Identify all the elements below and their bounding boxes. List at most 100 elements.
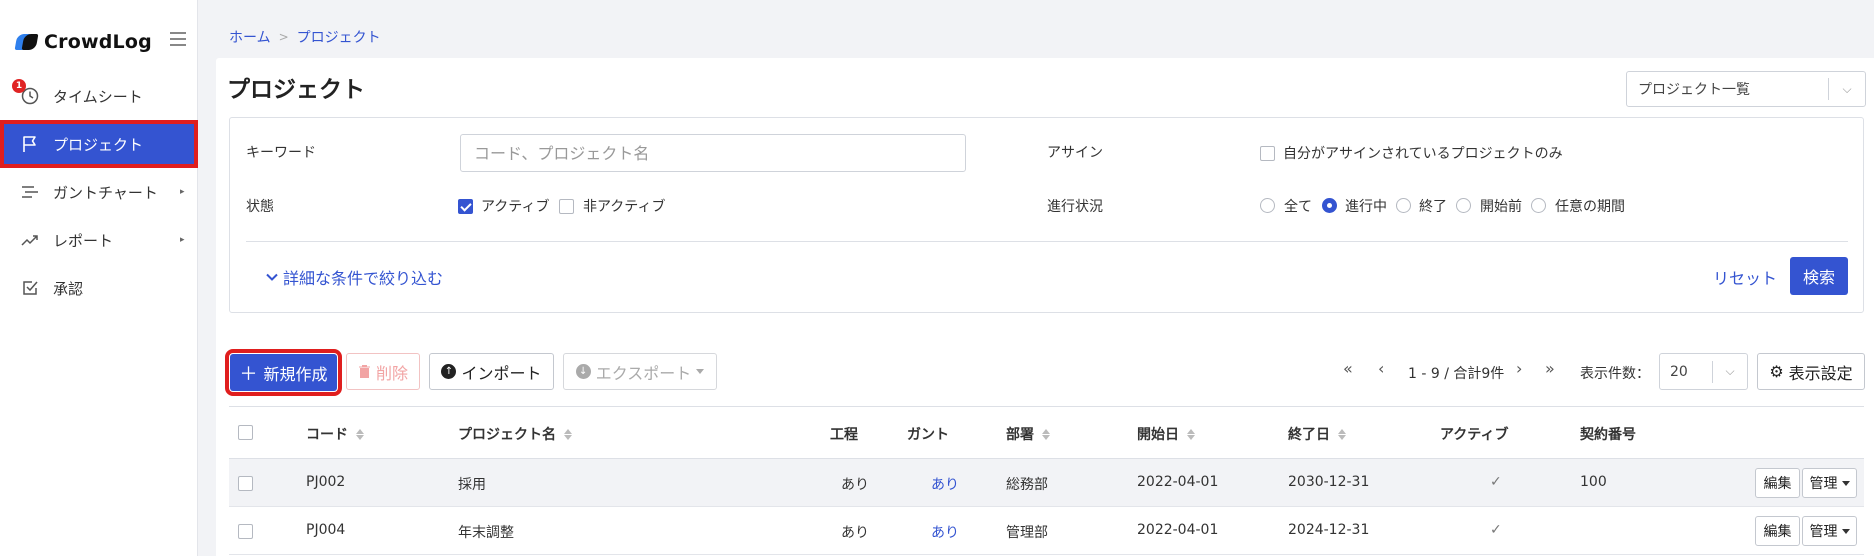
sidebar: CrowdLog 1 タイムシート プロジェクト ガントチャート ▸ レポート … — [0, 0, 198, 556]
keyword-label: キーワード — [246, 145, 316, 161]
display-settings-button[interactable]: ⚙ 表示設定 — [1757, 353, 1865, 390]
assign-label: アサイン — [1047, 145, 1103, 161]
trash-icon — [358, 365, 370, 378]
plus-icon: ＋ — [239, 363, 258, 385]
sidebar-item-timesheet[interactable]: タイムシート — [0, 72, 198, 120]
cell-process: あり — [841, 525, 869, 541]
sidebar-item-project[interactable]: プロジェクト — [0, 120, 198, 168]
manage-button[interactable]: 管理 — [1802, 516, 1857, 546]
progress-option-label: 進行中 — [1345, 199, 1387, 215]
column-header-contract: 契約番号 — [1580, 427, 1636, 443]
status-active-checkbox[interactable] — [458, 199, 473, 214]
flag-icon — [23, 136, 36, 152]
status-label: 状態 — [246, 199, 274, 215]
menu-toggle-icon[interactable] — [170, 32, 186, 46]
sidebar-item-approval[interactable]: 承認 — [0, 264, 198, 312]
sort-icon — [564, 428, 572, 440]
cell-dept: 総務部 — [1006, 477, 1048, 493]
progress-radio-finished[interactable] — [1396, 198, 1411, 213]
more-conditions-label: 詳細な条件で絞り込む — [283, 269, 444, 288]
sidebar-item-gantt[interactable]: ガントチャート ▸ — [0, 168, 198, 216]
cell-gantt-link[interactable]: あり — [931, 474, 959, 494]
cell-gantt-link[interactable]: あり — [931, 522, 959, 542]
cell-process: あり — [841, 477, 869, 493]
caret-down-icon — [1841, 480, 1850, 486]
progress-option-label: 終了 — [1419, 199, 1447, 215]
row-checkbox[interactable] — [238, 524, 253, 539]
column-header-start[interactable]: 開始日 — [1137, 424, 1195, 444]
assign-only-label: 自分がアサインされているプロジェクトのみ — [1283, 146, 1563, 162]
cell-start: 2022-04-01 — [1137, 522, 1219, 538]
sidebar-item-label: ガントチャート — [53, 183, 158, 202]
brand[interactable]: CrowdLog — [14, 28, 152, 56]
next-page-icon[interactable]: › — [1516, 359, 1522, 378]
view-select[interactable]: プロジェクト一覧 ⌵ — [1626, 71, 1866, 107]
sort-icon — [356, 428, 364, 440]
breadcrumb-separator: > — [278, 30, 289, 44]
manage-button[interactable]: 管理 — [1802, 468, 1857, 498]
cell-end: 2030-12-31 — [1288, 474, 1370, 490]
edit-button[interactable]: 編集 — [1755, 516, 1800, 546]
breadcrumb-current[interactable]: プロジェクト — [297, 27, 381, 47]
cell-end: 2024-12-31 — [1288, 522, 1370, 538]
table-row[interactable]: PJ004 年末調整 あり あり 管理部 2022-04-01 2024-12-… — [229, 507, 1864, 555]
column-header-code[interactable]: コード — [306, 424, 364, 444]
page-title: プロジェクト — [227, 77, 365, 103]
first-page-icon[interactable]: « — [1343, 359, 1353, 378]
brand-name: CrowdLog — [44, 31, 152, 53]
cell-contract: 100 — [1580, 474, 1607, 490]
progress-radio-in-progress[interactable] — [1322, 198, 1337, 213]
download-circle-icon: ↓ — [575, 364, 591, 379]
trend-icon — [21, 235, 38, 246]
sidebar-item-label: プロジェクト — [53, 135, 144, 154]
new-project-button[interactable]: ＋ 新規作成 — [225, 349, 342, 396]
sidebar-item-report[interactable]: レポート ▸ — [0, 216, 198, 264]
per-page-label: 表示件数： — [1580, 366, 1650, 382]
cell-dept: 管理部 — [1006, 525, 1048, 541]
progress-radio-custom[interactable] — [1531, 198, 1546, 213]
chevron-down-icon: ⌵ — [1842, 81, 1852, 96]
column-header-dept[interactable]: 部署 — [1006, 424, 1050, 444]
breadcrumb: ホーム > プロジェクト — [229, 27, 381, 47]
column-header-end[interactable]: 終了日 — [1288, 424, 1346, 444]
caret-right-icon: ▸ — [180, 187, 185, 197]
status-inactive-checkbox[interactable] — [559, 199, 574, 214]
column-header-name[interactable]: プロジェクト名 — [458, 424, 572, 444]
column-header-gantt: ガント — [907, 427, 949, 443]
sidebar-item-label: タイムシート — [53, 87, 143, 106]
prev-page-icon[interactable]: ‹ — [1378, 359, 1384, 378]
breadcrumb-home[interactable]: ホーム — [229, 27, 271, 47]
delete-button[interactable]: 削除 — [346, 353, 420, 390]
per-page-value: 20 — [1670, 363, 1688, 380]
filter-divider — [246, 241, 1848, 242]
status-active-label: アクティブ — [481, 199, 550, 215]
import-button[interactable]: ↑ インポート — [429, 353, 554, 390]
per-page-select[interactable]: 20 ⌵ — [1659, 353, 1748, 390]
search-button[interactable]: 検索 — [1790, 257, 1848, 295]
keyword-input[interactable] — [460, 134, 966, 172]
cell-code: PJ004 — [306, 522, 346, 538]
caret-right-icon: ▸ — [180, 235, 185, 245]
assign-only-checkbox[interactable] — [1260, 146, 1275, 161]
check-square-icon — [23, 281, 38, 295]
more-conditions-link[interactable]: 詳細な条件で絞り込む — [265, 265, 443, 289]
edit-button[interactable]: 編集 — [1755, 468, 1800, 498]
row-checkbox[interactable] — [238, 476, 253, 491]
display-settings-label: 表示設定 — [1788, 363, 1853, 383]
cell-name: 採用 — [458, 477, 486, 493]
table-row[interactable]: PJ002 採用 あり あり 総務部 2022-04-01 2030-12-31… — [229, 459, 1864, 507]
column-header-active: アクティブ — [1440, 427, 1509, 443]
reset-link[interactable]: リセット — [1713, 265, 1777, 289]
export-button[interactable]: ↓ エクスポート — [563, 353, 717, 390]
progress-radio-all[interactable] — [1260, 198, 1275, 213]
progress-option-label: 任意の期間 — [1555, 199, 1625, 215]
sort-icon — [1042, 428, 1050, 440]
export-label: エクスポート — [595, 363, 692, 383]
status-inactive-label: 非アクティブ — [583, 199, 666, 215]
cell-start: 2022-04-01 — [1137, 474, 1219, 490]
last-page-icon[interactable]: » — [1545, 359, 1555, 378]
progress-radio-not-started[interactable] — [1456, 198, 1471, 213]
notification-badge: 1 — [12, 79, 26, 93]
progress-option-label: 開始前 — [1480, 199, 1522, 215]
select-all-checkbox[interactable] — [238, 425, 253, 440]
